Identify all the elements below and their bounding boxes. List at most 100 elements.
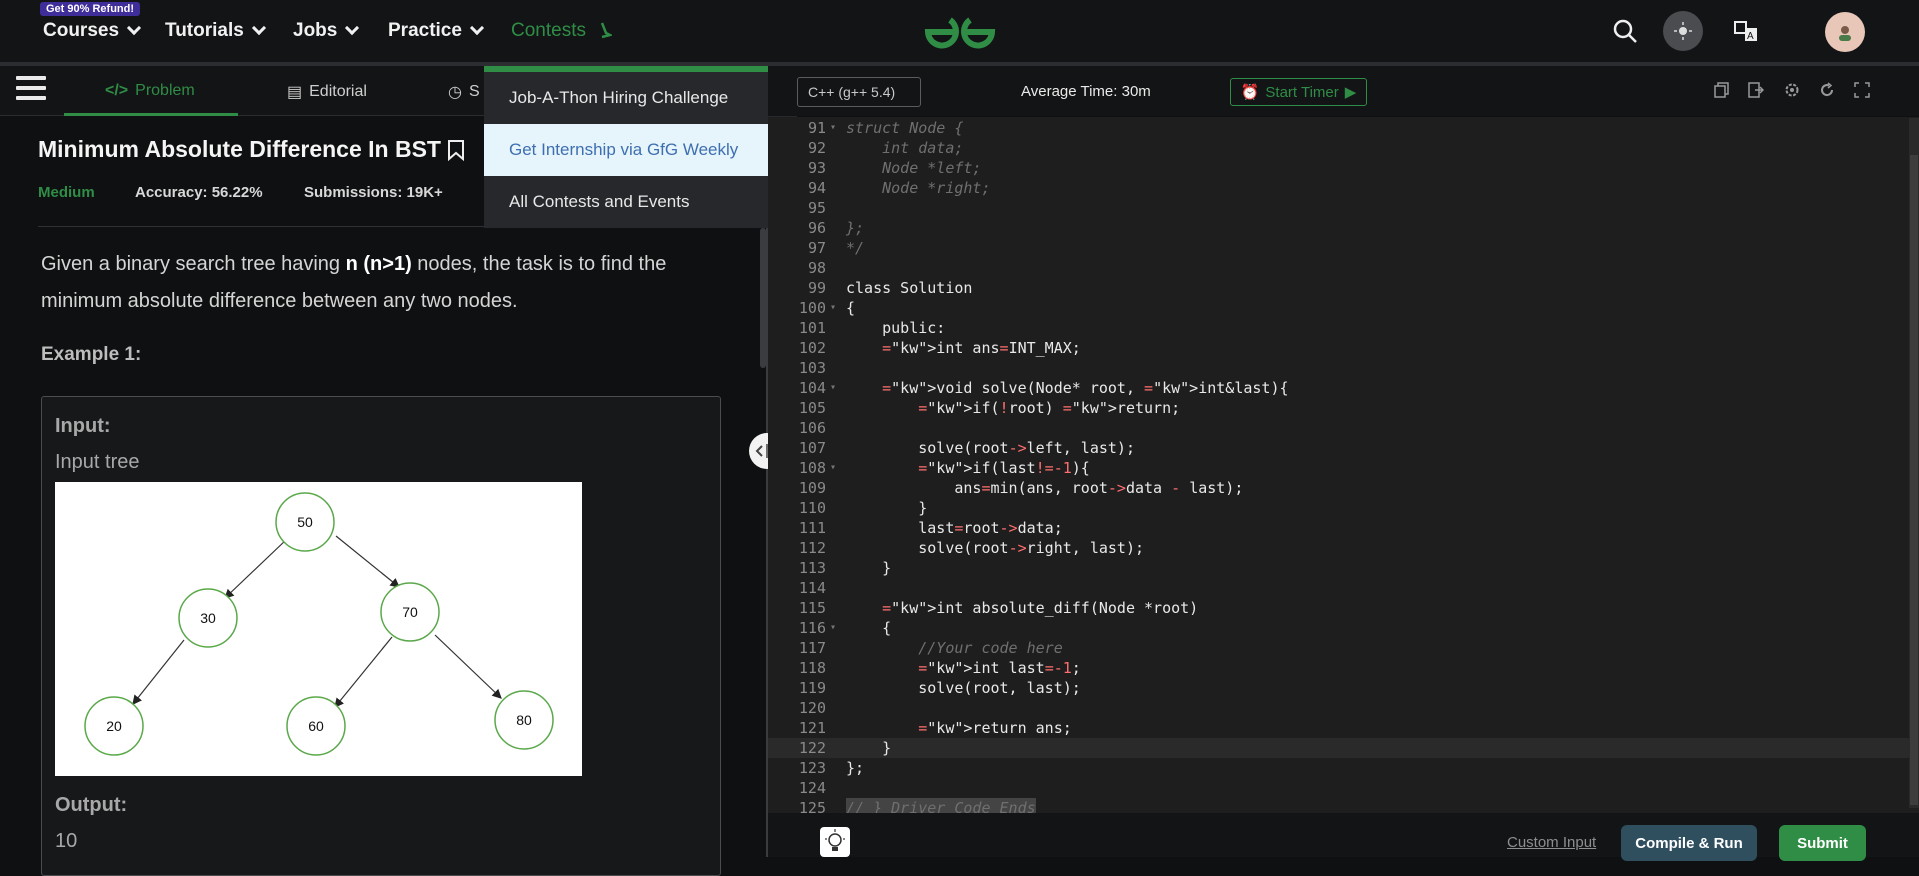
code-line[interactable]: 93 Node *left; [768, 158, 1911, 178]
nav-practice-label: Practice [388, 20, 462, 41]
editor-scrollbar[interactable] [1910, 155, 1918, 805]
line-number: 99 [807, 279, 826, 297]
code-editor[interactable]: 91 ▾ struct Node {92 int data; 93 Node *lef… [768, 117, 1919, 818]
nav-courses[interactable]: Courses [43, 20, 142, 42]
line-number: 92 [807, 139, 826, 157]
start-timer-button[interactable]: ⏰ Start Timer ▶ [1230, 78, 1367, 106]
nav-tutorials[interactable]: Tutorials [165, 20, 266, 42]
contests-dropdown: Job-A-Thon Hiring Challenge Get Internsh… [484, 72, 797, 228]
code-line[interactable]: 118 ="kw">int last=-1; [768, 658, 1911, 678]
active-tab-underline [64, 113, 238, 116]
nav-practice[interactable]: Practice [388, 20, 485, 42]
code-text: */ [846, 239, 865, 257]
code-line[interactable]: 113 } [768, 558, 1911, 578]
line-number: 106 [798, 419, 826, 437]
tab-submissions-label: S [468, 83, 480, 100]
copy-icon[interactable] [1714, 82, 1730, 98]
code-line[interactable]: 116 ▾ { [768, 618, 1911, 638]
export-icon[interactable] [1748, 82, 1764, 98]
dropdown-item-all-contests[interactable]: All Contests and Events [484, 176, 797, 228]
code-line[interactable]: 106 [768, 418, 1911, 438]
fold-arrow-icon[interactable]: ▾ [830, 378, 836, 398]
line-number: 119 [798, 679, 826, 697]
tab-problem-label: Problem [135, 82, 195, 99]
code-text: } [846, 559, 892, 577]
nav-contests[interactable]: Contests [511, 20, 612, 42]
hint-bulb-icon[interactable] [820, 827, 850, 857]
avatar[interactable] [1825, 12, 1865, 52]
fold-arrow-icon[interactable]: ▾ [830, 118, 836, 138]
code-line[interactable]: 91 ▾ struct Node { [768, 118, 1911, 138]
tree-node-label: 80 [516, 712, 532, 728]
code-line[interactable]: 98 [768, 258, 1911, 278]
nav-jobs[interactable]: Jobs [293, 20, 360, 42]
search-icon[interactable] [1610, 16, 1640, 46]
language-select[interactable]: C++ (g++ 5.4) [797, 77, 921, 107]
code-line[interactable]: 124 [768, 778, 1911, 798]
compile-run-button[interactable]: Compile & Run [1621, 825, 1757, 861]
line-number: 93 [807, 159, 826, 177]
fold-arrow-icon[interactable]: ▾ [830, 618, 836, 638]
fullscreen-icon[interactable] [1854, 82, 1870, 98]
code-text: ="kw">int absolute_diff(Node *root) [882, 599, 1199, 617]
fold-arrow-icon[interactable]: ▾ [830, 298, 836, 318]
code-line[interactable]: 122 } [768, 738, 1911, 758]
tree-node-label: 70 [402, 604, 418, 620]
reset-icon[interactable] [1819, 82, 1835, 98]
code-text: ="kw">void solve(Node* root, ="kw">int&l… [882, 379, 1289, 397]
tree-edge [132, 639, 185, 705]
code-line[interactable]: 101 public: [768, 318, 1911, 338]
code-line[interactable]: 92 int data; [768, 138, 1911, 158]
code-line[interactable]: 119 solve(root, last); [768, 678, 1911, 698]
code-line[interactable]: 117 //Your code here [768, 638, 1911, 658]
line-number: 97 [807, 239, 826, 257]
dropdown-item-jobathon[interactable]: Job-A-Thon Hiring Challenge [484, 72, 797, 124]
code-line[interactable]: 97 */ [768, 238, 1911, 258]
tab-submissions[interactable]: ◷ S [448, 82, 480, 102]
code-line[interactable]: 96}; [768, 218, 1911, 238]
line-number: 108 [798, 459, 826, 477]
code-line[interactable]: 99 class Solution [768, 278, 1911, 298]
menu-icon[interactable] [16, 76, 46, 106]
code-line[interactable]: 103 [768, 358, 1911, 378]
code-line[interactable]: 95 [768, 198, 1911, 218]
code-line[interactable]: 100 ▾ { [768, 298, 1911, 318]
line-number: 102 [798, 339, 826, 357]
tab-editorial[interactable]: ▤ Editorial [287, 82, 367, 102]
code-line[interactable]: 94 Node *right; [768, 178, 1911, 198]
input-text: Input tree [55, 451, 140, 473]
submit-button[interactable]: Submit [1779, 825, 1866, 861]
code-line[interactable]: 112 solve(root->right, last); [768, 538, 1911, 558]
code-line[interactable]: 107 solve(root->left, last); [768, 438, 1911, 458]
code-line[interactable]: 102 ="kw">int ans=INT_MAX; [768, 338, 1911, 358]
chevron-down-icon [126, 20, 142, 36]
code-line[interactable]: 114 [768, 578, 1911, 598]
fold-arrow-icon[interactable]: ▾ [830, 458, 836, 478]
code-line[interactable]: 105 ="kw">if(!root) ="kw">return; [768, 398, 1911, 418]
refund-badge[interactable]: Get 90% Refund! [40, 2, 141, 16]
code-line[interactable]: 121 ="kw">return ans; [768, 718, 1911, 738]
code-line[interactable]: 109 ans=min(ans, root->data - last); [768, 478, 1911, 498]
code-line[interactable]: 110 } [768, 498, 1911, 518]
code-line[interactable]: 111 last=root->data; [768, 518, 1911, 538]
code-line[interactable]: 108 ▾ ="kw">if(last!=-1){ [768, 458, 1911, 478]
gfg-logo[interactable] [920, 12, 1000, 52]
accuracy-label: Accuracy: 56.22% [135, 184, 263, 201]
code-line[interactable]: 104 ▾ ="kw">void solve(Node* root, ="kw">… [768, 378, 1911, 398]
tab-editorial-label: Editorial [309, 83, 367, 100]
code-line[interactable]: 123}; [768, 758, 1911, 778]
settings-icon[interactable] [1784, 82, 1800, 98]
translate-icon[interactable]: A [1731, 16, 1761, 46]
description-bold: n (n>1) [345, 253, 412, 275]
bookmark-icon[interactable] [447, 139, 465, 161]
custom-input-link[interactable]: Custom Input [1507, 834, 1596, 851]
problem-title-text: Minimum Absolute Difference In BST [38, 136, 441, 162]
line-number: 91 [807, 119, 826, 137]
dropdown-item-internship[interactable]: Get Internship via GfG Weekly [484, 124, 797, 176]
code-text: }; [846, 759, 865, 777]
tab-problem[interactable]: </> Problem [105, 82, 195, 100]
code-line[interactable]: 120 [768, 698, 1911, 718]
code-text: }; [846, 219, 865, 237]
code-line[interactable]: 115 ="kw">int absolute_diff(Node *root) [768, 598, 1911, 618]
theme-toggle-icon[interactable] [1663, 11, 1703, 51]
